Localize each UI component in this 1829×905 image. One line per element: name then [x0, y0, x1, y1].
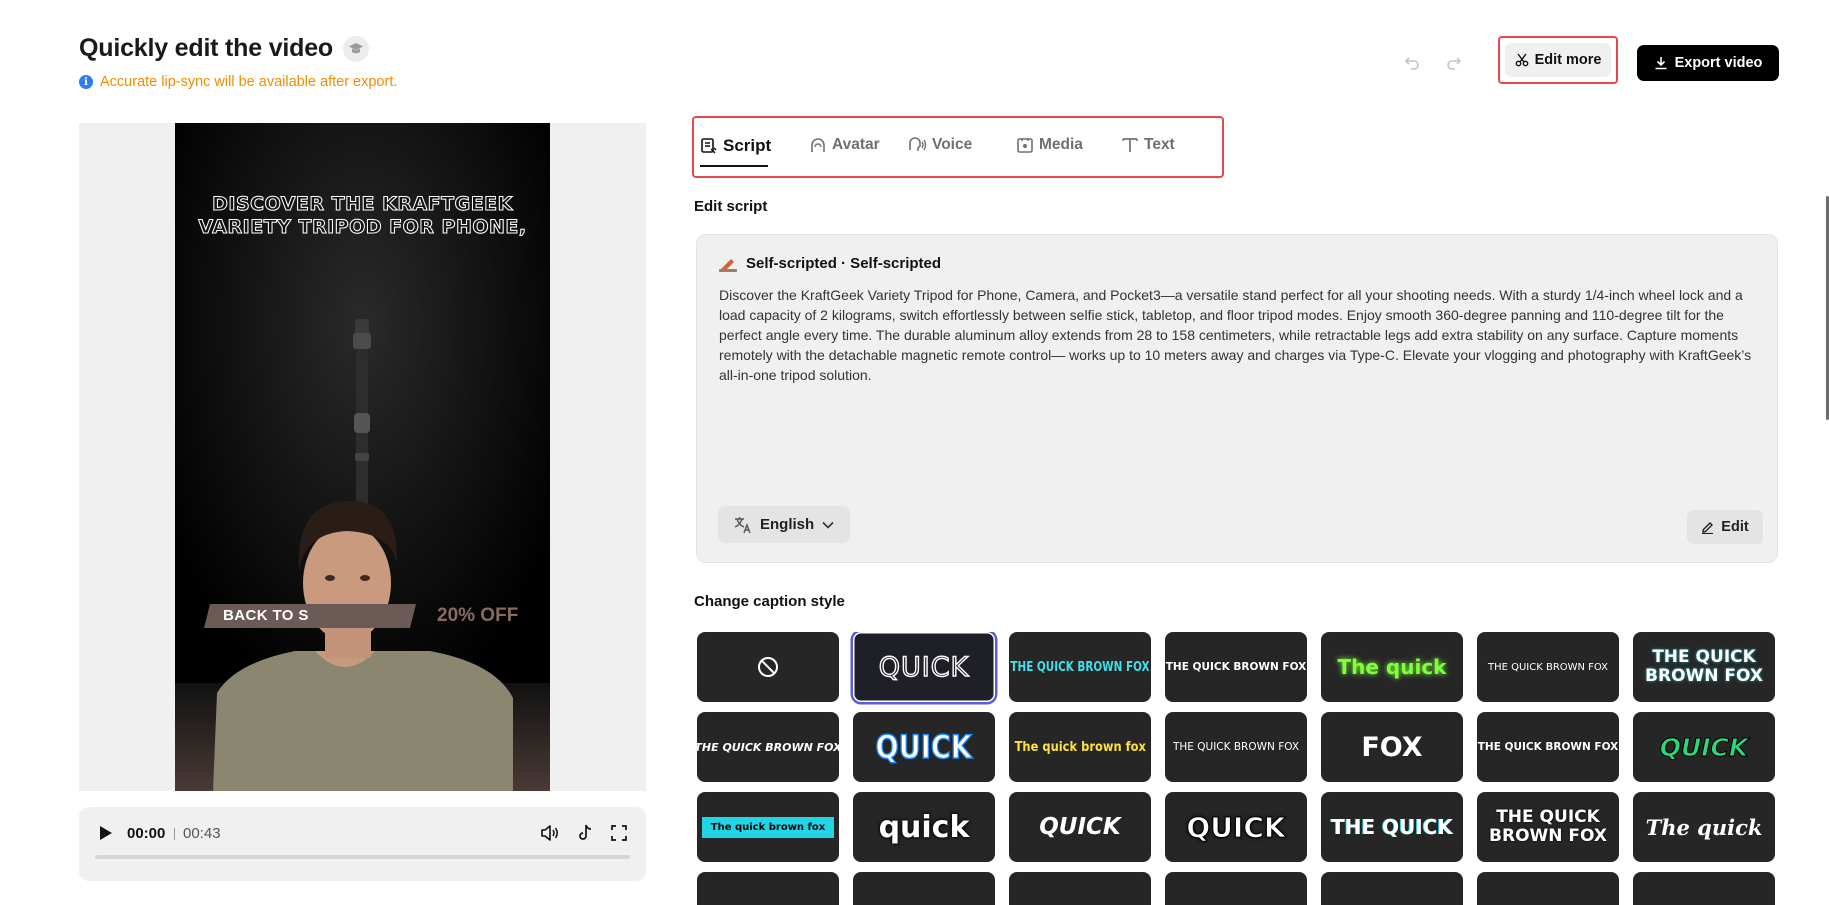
caption-style-option[interactable]: The quick	[1633, 792, 1775, 862]
undo-icon[interactable]	[1401, 52, 1423, 74]
script-text[interactable]: Discover the KraftGeek Variety Tripod fo…	[719, 285, 1755, 385]
edit-more-label: Edit more	[1534, 52, 1602, 68]
player-controls: 00:00 00:43	[79, 807, 646, 881]
scissors-icon	[1515, 53, 1528, 67]
notice-text: Accurate lip-sync will be available afte…	[100, 74, 398, 90]
fullscreen-icon[interactable]	[607, 821, 631, 845]
current-time: 00:00	[127, 825, 166, 842]
caption-style-option[interactable]: THE QUICK BROWN FOX	[1165, 712, 1307, 782]
caption-style-option[interactable]: QUICK	[1009, 792, 1151, 862]
edit-script-button[interactable]: Edit	[1687, 510, 1763, 544]
discount-text: 20% OFF	[437, 605, 519, 626]
export-label: Export video	[1674, 55, 1763, 71]
caption-style-heading: Change caption style	[694, 593, 845, 610]
tab-label: Script	[723, 136, 772, 155]
caption-style-option[interactable]	[1165, 872, 1307, 905]
caption-style-none[interactable]	[697, 632, 839, 702]
caption-style-option[interactable]: THE QUICK	[1321, 792, 1463, 862]
video-preview-panel: DISCOVER THE KRAFTGEEK VARIETY TRIPOD FO…	[79, 123, 646, 791]
caption-style-option[interactable]: The quick	[1321, 632, 1463, 702]
video-frame[interactable]: DISCOVER THE KRAFTGEEK VARIETY TRIPOD FO…	[175, 123, 550, 791]
writing-hand-icon	[719, 258, 737, 272]
voice-icon	[909, 137, 927, 151]
tab-text[interactable]: Text	[1121, 136, 1175, 154]
caption-style-option[interactable]: QUICK	[1165, 792, 1307, 862]
caption-style-option[interactable]	[1633, 872, 1775, 905]
translate-icon	[734, 516, 751, 533]
script-icon	[701, 138, 717, 154]
edit-script-heading: Edit script	[694, 198, 768, 215]
pencil-icon	[1702, 521, 1714, 534]
tab-media[interactable]: Media	[1016, 136, 1083, 154]
caption-style-option[interactable]	[853, 872, 995, 905]
redo-icon[interactable]	[1443, 52, 1465, 74]
text-icon	[1122, 138, 1138, 152]
caption-style-option[interactable]: THE QUICK BROWN FOX	[1009, 632, 1151, 702]
edit-more-highlight: Edit more	[1498, 36, 1618, 84]
total-time: 00:43	[183, 825, 221, 842]
caption-style-option[interactable]: QUICK	[853, 712, 995, 782]
video-editor-page: Quickly edit the video i Accurate lip-sy…	[0, 0, 1829, 905]
tab-label: Avatar	[832, 136, 880, 153]
volume-icon[interactable]	[538, 821, 562, 845]
tab-script[interactable]: Script	[700, 136, 771, 156]
caption-style-option[interactable]: THE QUICK BROWN FOX	[1633, 632, 1775, 702]
progress-bar[interactable]	[95, 855, 630, 859]
caption-style-grid: QUICK THE QUICK BROWN FOX THE QUICK BROW…	[697, 632, 1779, 905]
caption-style-option[interactable]: THE QUICK BROWN FOX	[697, 712, 839, 782]
caption-style-option[interactable]: THE QUICK BROWN FOX	[1477, 712, 1619, 782]
promo-banner-text: BACK TO S	[223, 607, 309, 624]
tab-label: Voice	[932, 136, 973, 153]
caption-style-option[interactable]: The quick brown fox	[697, 792, 839, 862]
caption-style-option[interactable]: THE QUICK BROWN FOX	[1165, 632, 1307, 702]
edit-more-button[interactable]: Edit more	[1505, 43, 1611, 77]
editor-tabs: Script Avatar Voice Media Text	[692, 116, 1224, 178]
caption-style-option[interactable]: quick	[853, 792, 995, 862]
caption-style-option[interactable]	[1321, 872, 1463, 905]
play-icon[interactable]	[93, 820, 119, 846]
tiktok-icon[interactable]	[573, 821, 597, 845]
caption-style-option[interactable]: QUICK	[1633, 712, 1775, 782]
tab-avatar[interactable]: Avatar	[809, 136, 880, 154]
caption-style-option[interactable]: THE QUICK BROWN FOX	[1477, 632, 1619, 702]
no-caption-icon	[758, 657, 778, 677]
caption-style-option[interactable]	[1009, 872, 1151, 905]
language-dropdown[interactable]: English	[718, 506, 850, 543]
tab-label: Text	[1144, 136, 1175, 153]
time-separator	[174, 828, 175, 840]
caption-style-option[interactable]: The quick brown fox	[1009, 712, 1151, 782]
export-video-button[interactable]: Export video	[1637, 45, 1779, 81]
info-icon: i	[79, 75, 93, 89]
chevron-down-icon	[822, 521, 834, 529]
download-icon	[1655, 57, 1667, 70]
video-overlay-title: DISCOVER THE KRAFTGEEK VARIETY TRIPOD FO…	[198, 193, 527, 239]
script-card: Self-scripted · Self-scripted Discover t…	[696, 234, 1778, 563]
graduation-cap-icon[interactable]	[343, 35, 369, 62]
caption-style-option[interactable]	[697, 872, 839, 905]
page-title: Quickly edit the video	[79, 34, 333, 62]
caption-style-option[interactable]: QUICK	[853, 632, 995, 702]
active-tab-indicator	[700, 165, 768, 167]
language-label: English	[760, 516, 815, 533]
edit-label: Edit	[1721, 519, 1749, 535]
caption-style-option[interactable]: FOX	[1321, 712, 1463, 782]
tab-voice[interactable]: Voice	[907, 136, 972, 154]
avatar-icon	[811, 138, 825, 152]
caption-style-option[interactable]	[1477, 872, 1619, 905]
script-source-label: Self-scripted · Self-scripted	[746, 255, 942, 272]
tab-label: Media	[1039, 136, 1083, 153]
title-row: Quickly edit the video	[79, 34, 369, 63]
media-icon	[1017, 138, 1033, 153]
caption-style-option[interactable]: THE QUICK BROWN FOX	[1477, 792, 1619, 862]
script-source: Self-scripted · Self-scripted	[719, 255, 941, 272]
lip-sync-notice: i Accurate lip-sync will be available af…	[79, 74, 397, 90]
